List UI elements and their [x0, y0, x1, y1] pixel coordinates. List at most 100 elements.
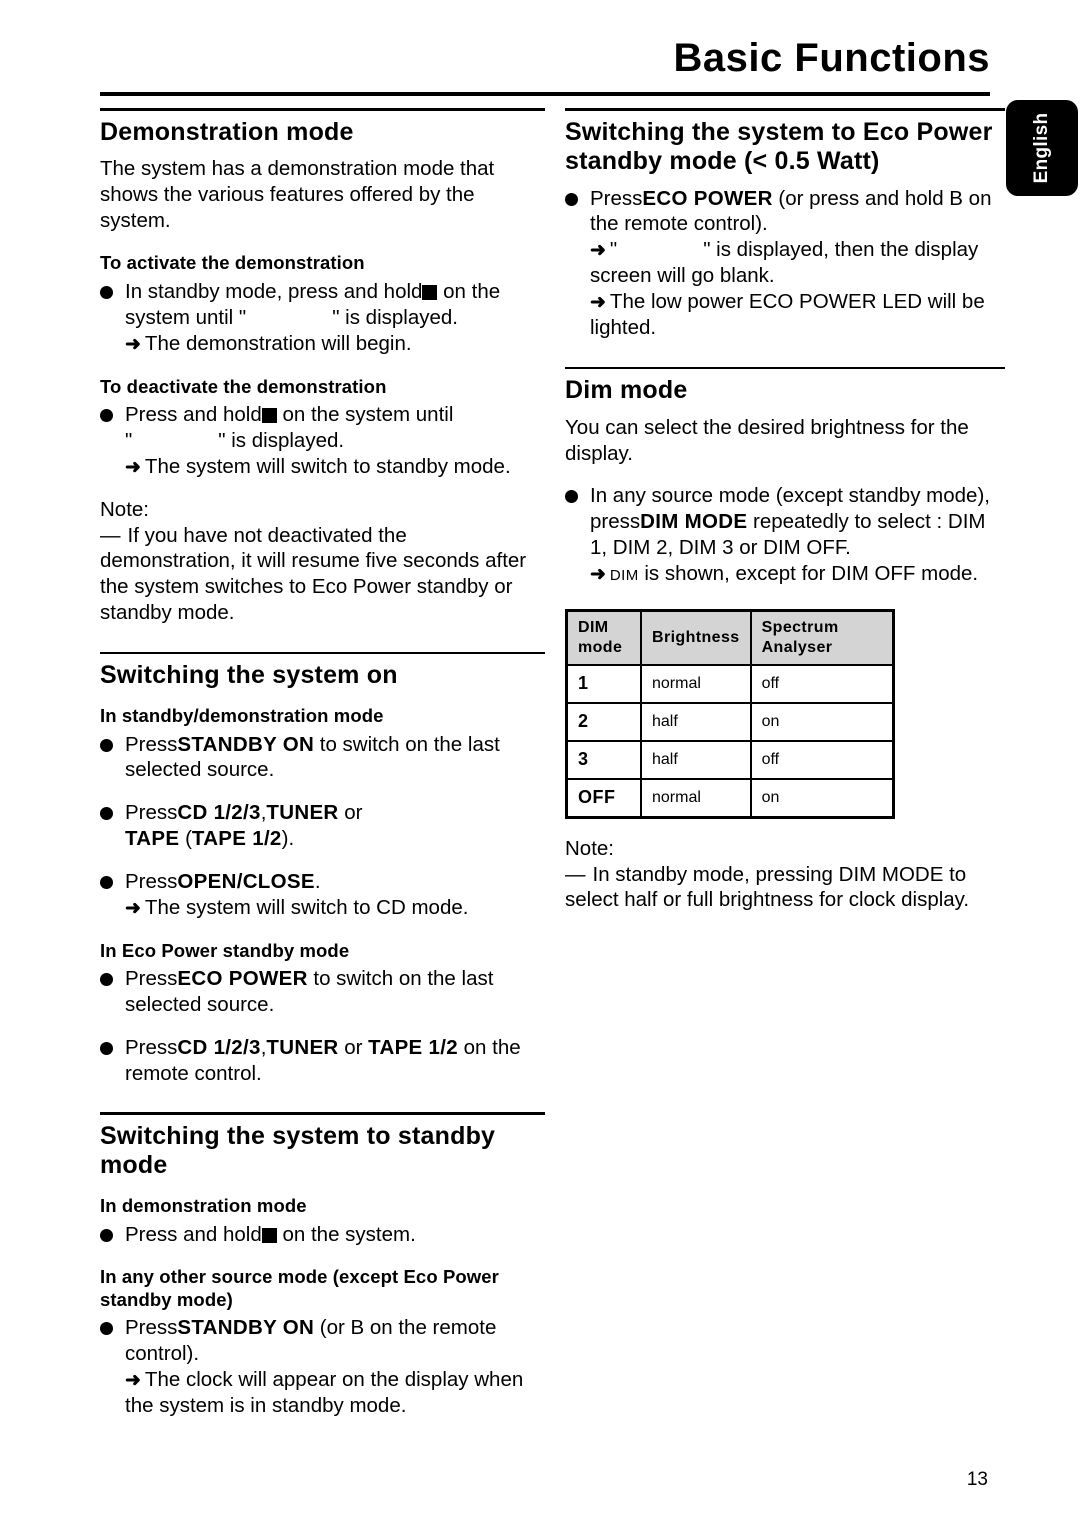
list-item: Press and hold on the system until " " is… — [100, 402, 545, 480]
eco-power-key: ECO POWER — [177, 967, 308, 991]
section-divider — [100, 651, 545, 655]
list-item: In any source mode (except standby mode)… — [565, 483, 1005, 586]
manual-page: Basic Functions English Demonstration mo… — [0, 0, 1080, 1529]
tape-key: TAPE — [125, 826, 180, 850]
deactivate-result-text: The system will switch to standby mode. — [144, 454, 511, 478]
list-item: In standby mode, press and hold on the s… — [100, 279, 545, 357]
standby-item2-pre: Press — [125, 801, 178, 825]
eco-item1-pre: Press — [125, 967, 178, 991]
result-line: ➜ The low power ECO POWER LED will be lig… — [590, 289, 1005, 341]
arrow-icon: ➜ — [590, 563, 606, 585]
activate-step-text-mid: on the — [443, 280, 501, 304]
list-item: PressSTANDBY ON (or B on the remote cont… — [100, 1315, 545, 1418]
open-close-key: OPEN/CLOSE — [177, 869, 315, 893]
note-text: In standby mode, pressing DIM MODE to se… — [565, 862, 970, 912]
subheading-in-demonstration-mode: In demonstration mode — [100, 1194, 307, 1216]
cell-spectrum: off — [749, 739, 895, 780]
section-heading-eco-power-standby: Switching the system to Eco Power standb… — [565, 117, 993, 176]
bullet-icon — [100, 973, 113, 987]
right-column: Switching the system to Eco Power standb… — [565, 108, 1005, 913]
cell-brightness: normal — [640, 663, 752, 704]
note-body: — If you have not deactivated the demonst… — [100, 523, 545, 626]
cell-dim-mode: 2 — [565, 701, 642, 742]
section-heading-dim-mode: Dim mode — [565, 376, 688, 405]
demonstration-mode-intro: The system has a demonstration mode that… — [100, 157, 495, 232]
demo-standby-post: on the system. — [282, 1222, 416, 1246]
cell-spectrum: off — [749, 663, 895, 704]
activate-result-text: The demonstration will begin. — [144, 331, 412, 355]
result-line: ➜ The system will switch to standby mode. — [125, 454, 545, 480]
conjunction: or — [344, 801, 363, 825]
demo-standby-pre: Press and hold — [125, 1222, 262, 1246]
dim-mode-intro: You can select the desired brightness fo… — [565, 415, 969, 465]
section-divider — [565, 366, 1005, 370]
paren-open: ( — [185, 826, 192, 850]
dim-indicator-label: DIM — [609, 566, 639, 584]
list-item: PressCD 1/2/3,TUNER or TAPE (TAPE 1/2). — [100, 800, 545, 852]
table-header-row: DIM mode Brightness Spectrum Analyser — [565, 609, 895, 666]
note-label: Note: — [565, 836, 614, 860]
language-tab: English — [1006, 100, 1078, 196]
result-line: ➜ The clock will appear on the display wh… — [125, 1367, 545, 1419]
table-row: OFF normal on — [565, 777, 895, 819]
tuner-key: TUNER — [266, 1035, 339, 1059]
bullet-icon — [565, 192, 578, 206]
deactivate-step-line2-post: " is displayed. — [218, 429, 345, 453]
eco-power-key: ECO POWER — [642, 186, 773, 210]
list-item: Press and hold on the system. — [100, 1222, 545, 1248]
dim-result-text: is shown, except for DIM OFF mode. — [644, 561, 979, 585]
section-heading-demonstration-mode: Demonstration mode — [100, 117, 354, 146]
list-item: PressSTANDBY ON to switch on the last se… — [100, 732, 545, 784]
other-standby-pre: Press — [125, 1316, 178, 1340]
column-header-brightness: Brightness — [640, 609, 752, 666]
dim-mode-key: DIM MODE — [640, 510, 748, 534]
result-line: ➜ The system will switch to CD mode. — [125, 895, 545, 921]
note-label: Note: — [100, 497, 149, 521]
cd-key: CD 1/2/3 — [177, 1035, 261, 1059]
arrow-icon: ➜ — [125, 897, 141, 919]
tape12-key: TAPE 1/2 — [368, 1035, 458, 1059]
section-divider — [100, 1112, 545, 1115]
arrow-icon: ➜ — [590, 240, 606, 262]
note-dash: — — [100, 523, 121, 547]
tape12-key: TAPE 1/2 — [191, 826, 282, 850]
standby-item3-post: . — [314, 869, 321, 893]
eco-item2-pre: Press — [125, 1035, 178, 1059]
subheading-activate-demonstration: To activate the demonstration — [100, 252, 365, 274]
eco-power-pre: Press — [590, 186, 643, 210]
arrow-icon: ➜ — [590, 291, 606, 313]
activate-step-line2-pre: system until " — [125, 305, 247, 329]
table-row: 3 half off — [565, 739, 895, 780]
deactivate-step-text-pre: Press and hold — [125, 403, 262, 427]
deactivate-step-line2-pre: " — [125, 429, 133, 453]
list-item: PressECO POWER (or press and hold B on t… — [565, 186, 1005, 341]
note-dash: — — [565, 862, 586, 886]
language-tab-label: English — [1031, 112, 1052, 184]
list-item: PressECO POWER to switch on the last sel… — [100, 966, 545, 1018]
bullet-icon — [100, 875, 113, 889]
page-number: 13 — [966, 1469, 988, 1490]
title-divider — [100, 92, 990, 96]
cd-mode-result: The system will switch to CD mode. — [144, 895, 469, 919]
activate-step-text-pre: In standby mode, press and hold — [125, 280, 423, 304]
cell-dim-mode: 1 — [565, 663, 642, 704]
subheading-deactivate-demonstration: To deactivate the demonstration — [100, 375, 387, 397]
paren-close: ). — [281, 826, 295, 850]
eco-result2-text: The low power ECO POWER LED will be ligh… — [590, 289, 985, 339]
list-item: PressCD 1/2/3,TUNER or TAPE 1/2 on the r… — [100, 1035, 545, 1087]
standby-on-key: STANDBY ON — [177, 732, 315, 756]
column-header-spectrum-analyser: Spectrum Analyser — [749, 609, 895, 666]
dim-mode-table: DIM mode Brightness Spectrum Analyser 1 … — [565, 608, 895, 819]
cd-key: CD 1/2/3 — [177, 801, 261, 825]
missing-glyph-icon — [422, 285, 438, 301]
cell-brightness: normal — [640, 777, 752, 819]
clock-result-text: The clock will appear on the display whe… — [125, 1368, 524, 1418]
cell-spectrum: on — [749, 777, 895, 819]
standby-on-key: STANDBY ON — [177, 1316, 315, 1340]
subheading-any-other-source-mode: In any other source mode (except Eco Pow… — [100, 1266, 499, 1310]
bullet-icon — [100, 1041, 113, 1055]
subheading-eco-power-standby-mode: In Eco Power standby mode — [100, 939, 350, 961]
cell-dim-mode: 3 — [565, 739, 642, 780]
bullet-icon — [100, 1322, 113, 1336]
arrow-icon: ➜ — [125, 456, 141, 478]
